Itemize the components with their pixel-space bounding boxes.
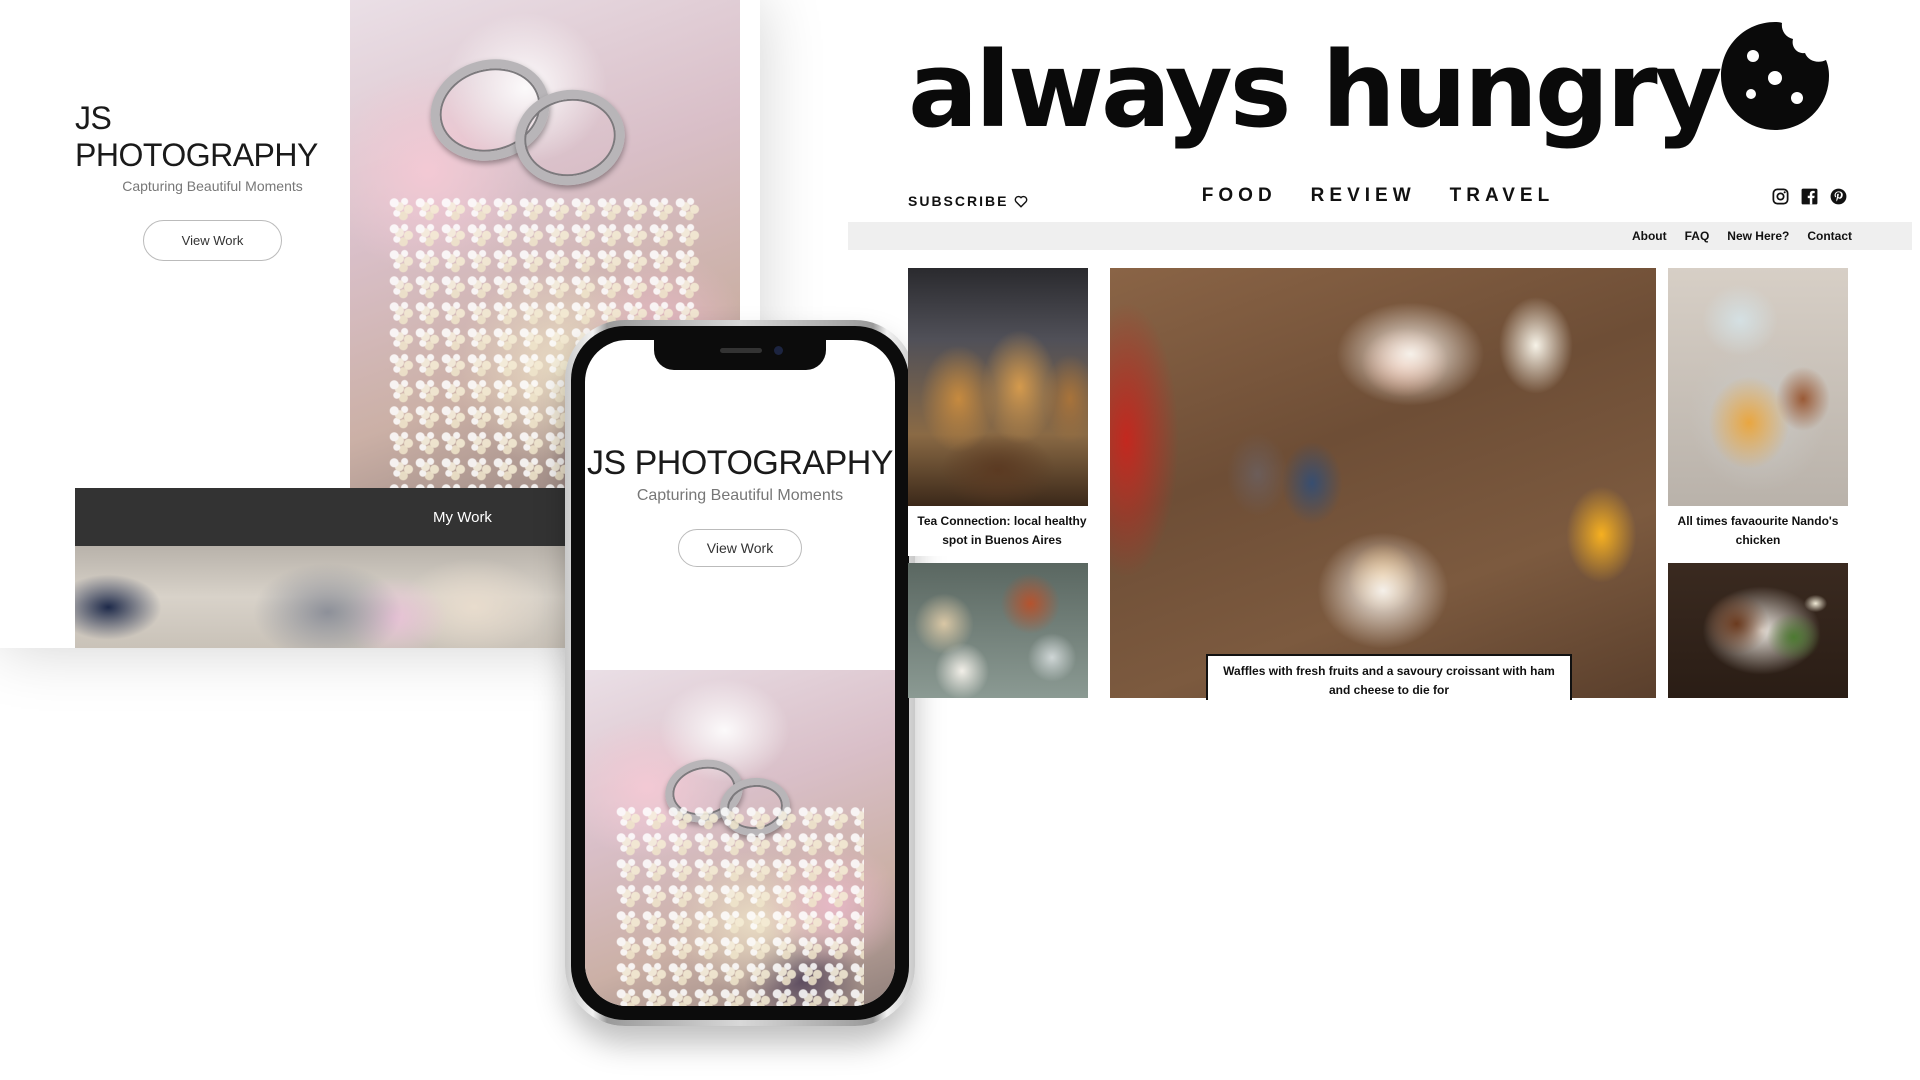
desktop-brand-subtitle: Capturing Beautiful Moments	[122, 178, 303, 194]
nav-item-travel[interactable]: TRAVEL	[1450, 185, 1555, 207]
blog-logo[interactable]: always hungry	[908, 20, 1835, 160]
nav-item-review[interactable]: REVIEW	[1311, 185, 1416, 207]
post-photo-asian-dishes[interactable]	[908, 563, 1088, 698]
phone-view-work-button[interactable]: View Work	[677, 529, 803, 567]
post-caption-tea-connection[interactable]: Tea Connection: local healthy spot in Bu…	[908, 506, 1096, 556]
post-caption-nandos[interactable]: All times favaourite Nando's chicken	[1668, 506, 1848, 556]
sub-nav-faq[interactable]: FAQ	[1685, 229, 1710, 243]
food-blog-mockup: always hungry SUBSCRIBE FOOD REVIEW TRAV…	[848, 0, 1920, 700]
desktop-view-work-button[interactable]: View Work	[142, 220, 283, 261]
facebook-icon[interactable]	[1800, 187, 1819, 206]
phone-brand-subtitle: Capturing Beautiful Moments	[636, 487, 844, 504]
flowers-decoration	[616, 804, 864, 1006]
main-nav: FOOD REVIEW TRAVEL	[908, 185, 1848, 207]
post-photo-schnitzel[interactable]	[1668, 563, 1848, 698]
instagram-icon[interactable]	[1771, 187, 1790, 206]
cookie-icon	[1721, 22, 1830, 130]
secondary-nav: About FAQ New Here? Contact	[848, 222, 1912, 250]
social-links	[1771, 187, 1848, 206]
nav-item-food[interactable]: FOOD	[1202, 185, 1277, 207]
sub-nav-about[interactable]: About	[1632, 229, 1667, 243]
sub-nav-new-here[interactable]: New Here?	[1727, 229, 1789, 243]
blog-nav: SUBSCRIBE FOOD REVIEW TRAVEL	[908, 185, 1848, 215]
phone-rings-photo	[585, 670, 895, 1006]
featured-post-photo[interactable]	[1110, 268, 1656, 698]
desktop-hero: JS PHOTOGRAPHY Capturing Beautiful Momen…	[75, 0, 350, 488]
post-photo-nandos[interactable]	[1668, 268, 1848, 506]
post-photo-muffins[interactable]	[908, 268, 1088, 506]
sub-nav-contact[interactable]: Contact	[1807, 229, 1852, 243]
desktop-brand-title: JS PHOTOGRAPHY	[75, 100, 318, 173]
speaker-icon	[720, 348, 762, 353]
blog-logo-text: always hungry	[908, 29, 1722, 151]
my-work-label: My Work	[433, 508, 492, 526]
camera-icon	[774, 346, 783, 355]
featured-post-caption[interactable]: Waffles with fresh fruits and a savoury …	[1206, 654, 1572, 700]
phone-notch	[654, 340, 826, 370]
pinterest-icon[interactable]	[1829, 187, 1848, 206]
